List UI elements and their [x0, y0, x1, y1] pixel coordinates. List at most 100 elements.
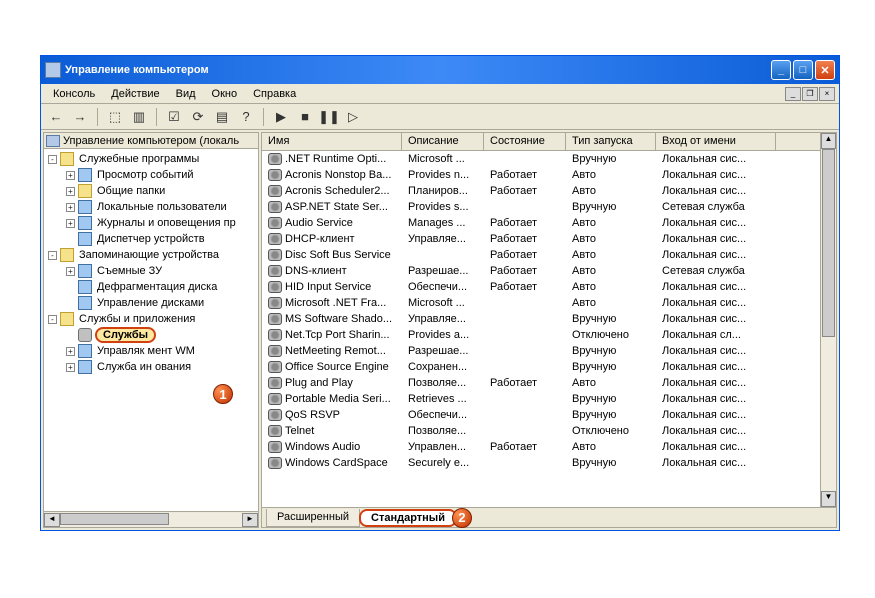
maximize-button[interactable]: □ — [793, 60, 813, 80]
menu-action[interactable]: Действие — [103, 86, 167, 102]
menu-console[interactable]: Консоль — [45, 86, 103, 102]
scroll-thumb[interactable] — [60, 513, 169, 525]
mdi-close-button[interactable]: × — [819, 87, 835, 101]
tree-item[interactable]: -Служебные программы — [44, 151, 258, 167]
tree-item[interactable]: +Локальные пользователи — [44, 199, 258, 215]
expand-icon[interactable]: - — [48, 155, 57, 164]
scroll-left-button[interactable]: ◄ — [44, 513, 60, 527]
service-row[interactable]: ASP.NET State Ser...Provides s...Вручную… — [262, 199, 820, 215]
close-button[interactable]: ✕ — [815, 60, 835, 80]
refresh-button[interactable]: ⟳ — [187, 106, 209, 128]
play-button[interactable]: ▶ — [270, 106, 292, 128]
restart-button[interactable]: ▷ — [342, 106, 364, 128]
expand-icon[interactable]: - — [48, 251, 57, 260]
service-row[interactable]: .NET Runtime Opti...Microsoft ...Вручную… — [262, 151, 820, 167]
expand-icon[interactable]: + — [66, 171, 75, 180]
mdi-minimize-button[interactable]: _ — [785, 87, 801, 101]
scroll-up-button[interactable]: ▲ — [821, 133, 836, 149]
service-row[interactable]: Audio ServiceManages ...РаботаетАвтоЛока… — [262, 215, 820, 231]
tree-item[interactable]: +Съемные ЗУ — [44, 263, 258, 279]
gear-icon — [268, 393, 282, 405]
minimize-button[interactable]: _ — [771, 60, 791, 80]
service-row[interactable]: Disc Soft Bus ServiceРаботаетАвтоЛокальн… — [262, 247, 820, 263]
tree-header[interactable]: Управление компьютером (локаль — [44, 133, 258, 149]
tree-item[interactable]: Службы — [44, 327, 258, 343]
tree-item[interactable]: Диспетчер устройств — [44, 231, 258, 247]
service-row[interactable]: QoS RSVPОбеспечи...ВручнуюЛокальная сис.… — [262, 407, 820, 423]
service-logon: Локальная сл... — [656, 329, 776, 341]
scroll-thumb[interactable] — [822, 149, 835, 337]
properties-button[interactable]: ☑ — [163, 106, 185, 128]
expand-icon[interactable]: + — [66, 219, 75, 228]
col-logon[interactable]: Вход от имени — [656, 133, 776, 150]
expand-icon[interactable]: + — [66, 347, 75, 356]
service-logon: Локальная сис... — [656, 233, 776, 245]
expand-icon[interactable]: + — [66, 203, 75, 212]
service-row[interactable]: Windows CardSpaceSecurely e...ВручнуюЛок… — [262, 455, 820, 471]
menu-help[interactable]: Справка — [245, 86, 304, 102]
back-button[interactable]: ← — [45, 106, 67, 128]
tree-pane: Управление компьютером (локаль -Служебны… — [43, 132, 259, 528]
scroll-down-button[interactable]: ▼ — [821, 491, 836, 507]
expand-icon[interactable]: - — [48, 315, 57, 324]
tree-item[interactable]: +Общие папки — [44, 183, 258, 199]
expand-icon[interactable]: + — [66, 267, 75, 276]
expand-icon[interactable]: + — [66, 187, 75, 196]
menu-window[interactable]: Окно — [204, 86, 246, 102]
tree-item[interactable]: +Журналы и оповещения пр — [44, 215, 258, 231]
gear-icon — [268, 153, 282, 165]
service-row[interactable]: HID Input ServiceОбеспечи...РаботаетАвто… — [262, 279, 820, 295]
up-button[interactable]: ⬚ — [104, 106, 126, 128]
forward-button[interactable]: → — [69, 106, 91, 128]
tree-item[interactable]: -Службы и приложения — [44, 311, 258, 327]
scroll-track[interactable] — [821, 149, 836, 491]
tree-item[interactable]: +Служба ин ования — [44, 359, 258, 375]
tab-standard[interactable]: Стандартный — [359, 509, 457, 527]
service-row[interactable]: Plug and PlayПозволяе...РаботаетАвтоЛока… — [262, 375, 820, 391]
show-hide-button[interactable]: ▥ — [128, 106, 150, 128]
help-button[interactable]: ? — [235, 106, 257, 128]
expand-icon[interactable]: + — [66, 363, 75, 372]
service-row[interactable]: DHCP-клиентУправляе...РаботаетАвтоЛокаль… — [262, 231, 820, 247]
tab-extended[interactable]: Расширенный — [266, 509, 360, 527]
col-desc[interactable]: Описание — [402, 133, 484, 150]
list-body[interactable]: .NET Runtime Opti...Microsoft ...Вручную… — [262, 151, 820, 471]
service-row[interactable]: Portable Media Seri...Retrieves ...Вручн… — [262, 391, 820, 407]
service-row[interactable]: MS Software Shado...Управляе...ВручнуюЛо… — [262, 311, 820, 327]
service-logon: Сетевая служба — [656, 201, 776, 213]
list-v-scrollbar[interactable]: ▲ ▼ — [820, 133, 836, 507]
titlebar[interactable]: Управление компьютером _ □ ✕ — [41, 56, 839, 84]
scroll-right-button[interactable]: ► — [242, 513, 258, 527]
scroll-track[interactable] — [60, 513, 242, 527]
service-row[interactable]: NetMeeting Remot...Разрешае...ВручнуюЛок… — [262, 343, 820, 359]
pause-button[interactable]: ❚❚ — [318, 106, 340, 128]
service-row[interactable]: Acronis Scheduler2...Планиров...Работает… — [262, 183, 820, 199]
col-state[interactable]: Состояние — [484, 133, 566, 150]
gear-icon — [268, 201, 282, 213]
service-logon: Локальная сис... — [656, 281, 776, 293]
toolbar: ← → ⬚ ▥ ☑ ⟳ ▤ ? ▶ ■ ❚❚ ▷ — [41, 104, 839, 130]
tree-item[interactable]: +Просмотр событий — [44, 167, 258, 183]
service-row[interactable]: Windows AudioУправлен...РаботаетАвтоЛока… — [262, 439, 820, 455]
service-startup: Вручную — [566, 201, 656, 213]
tree-h-scrollbar[interactable]: ◄ ► — [44, 511, 258, 527]
computer-icon — [46, 135, 60, 147]
service-logon: Локальная сис... — [656, 393, 776, 405]
col-startup[interactable]: Тип запуска — [566, 133, 656, 150]
export-button[interactable]: ▤ — [211, 106, 233, 128]
mdi-restore-button[interactable]: ❐ — [802, 87, 818, 101]
service-row[interactable]: Microsoft .NET Fra...Microsoft ...АвтоЛо… — [262, 295, 820, 311]
col-name[interactable]: Имя — [262, 133, 402, 150]
service-row[interactable]: TelnetПозволяе...ОтключеноЛокальная сис.… — [262, 423, 820, 439]
service-row[interactable]: DNS-клиентРазрешае...РаботаетАвтоСетевая… — [262, 263, 820, 279]
service-row[interactable]: Office Source EngineСохранен...ВручнуюЛо… — [262, 359, 820, 375]
tree-item[interactable]: -Запоминающие устройства — [44, 247, 258, 263]
service-row[interactable]: Net.Tcp Port Sharin...Provides a...Отклю… — [262, 327, 820, 343]
tree[interactable]: -Служебные программы+Просмотр событий+Об… — [44, 149, 258, 511]
tree-item[interactable]: Дефрагментация диска — [44, 279, 258, 295]
tree-item[interactable]: +Управляк мент WM — [44, 343, 258, 359]
menu-view[interactable]: Вид — [168, 86, 204, 102]
tree-item[interactable]: Управление дисками — [44, 295, 258, 311]
service-row[interactable]: Acronis Nonstop Ba...Provides n...Работа… — [262, 167, 820, 183]
stop-button[interactable]: ■ — [294, 106, 316, 128]
